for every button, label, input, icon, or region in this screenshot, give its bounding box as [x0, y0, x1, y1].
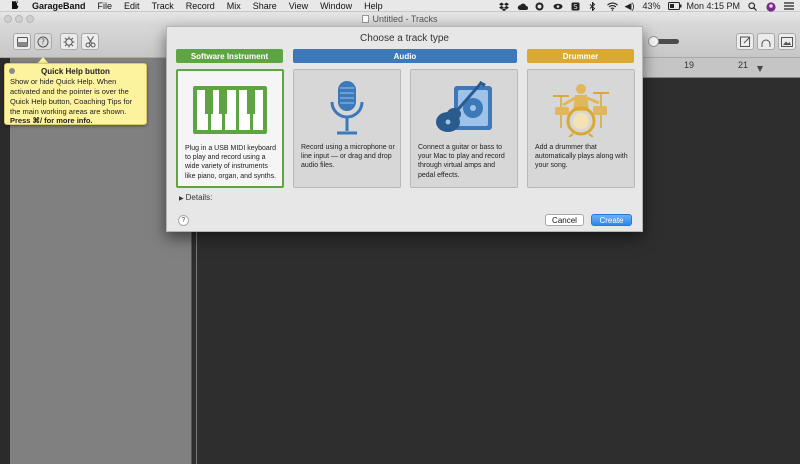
- card-drummer[interactable]: Add a drummer that automatically plays a…: [527, 69, 635, 188]
- tooltip-body: Show or hide Quick Help. When activated …: [10, 77, 133, 116]
- menu-record[interactable]: Record: [186, 1, 215, 11]
- library-button[interactable]: [13, 33, 31, 50]
- menu-view[interactable]: View: [289, 1, 308, 11]
- apple-menu-icon[interactable]: [9, 0, 22, 11]
- menu-window[interactable]: Window: [320, 1, 352, 11]
- timeline-ruler[interactable]: 19 21: [643, 58, 800, 78]
- card-audio-microphone[interactable]: Record using a microphone or line input …: [293, 69, 401, 188]
- choose-track-type-dialog: Choose a track type Software Instrument …: [166, 26, 643, 232]
- tooltip-close-icon[interactable]: [9, 68, 15, 74]
- close-window-button[interactable]: [4, 15, 12, 23]
- user-avatar-icon[interactable]: [766, 1, 776, 12]
- question-icon: ?: [37, 36, 49, 47]
- category-audio: Audio: [293, 49, 517, 63]
- create-button[interactable]: Create: [591, 214, 632, 226]
- menu-track[interactable]: Track: [152, 1, 174, 11]
- tooltip-footer: Press ⌘/ for more info.: [10, 116, 93, 126]
- smart-controls-button[interactable]: [60, 33, 78, 50]
- ruler-mark: 21: [738, 60, 749, 70]
- clock[interactable]: Mon 4:15 PM: [686, 1, 740, 11]
- disclosure-triangle-icon: ▶: [179, 196, 184, 202]
- card-description: Record using a microphone or line input …: [301, 144, 395, 170]
- menu-bar: GarageBand File Edit Track Record Mix Sh…: [0, 0, 800, 12]
- menu-edit[interactable]: Edit: [124, 1, 140, 11]
- loop-browser-button[interactable]: [757, 33, 775, 50]
- tooltip-title: Quick Help button: [41, 67, 110, 76]
- minimize-window-button[interactable]: [15, 15, 23, 23]
- document-icon: [362, 15, 370, 23]
- svg-text:S: S: [573, 3, 578, 11]
- media-icon: [781, 36, 793, 47]
- menu-help[interactable]: Help: [364, 1, 383, 11]
- menu-file[interactable]: File: [98, 1, 113, 11]
- window-title-bar: Untitled - Tracks: [0, 12, 800, 26]
- svg-text:?: ?: [41, 37, 45, 46]
- card-audio-guitar[interactable]: Connect a guitar or bass to your Mac to …: [410, 69, 518, 188]
- card-description: Add a drummer that automatically plays a…: [535, 144, 628, 170]
- drummer-icon: [553, 84, 609, 137]
- card-description: Plug in a USB MIDI keyboard to play and …: [185, 145, 277, 180]
- menu-mix[interactable]: Mix: [227, 1, 241, 11]
- menu-list-icon[interactable]: [784, 1, 794, 11]
- details-disclosure[interactable]: ▶ Details:: [179, 193, 212, 202]
- volume-icon[interactable]: ◀︎): [625, 1, 635, 12]
- notepad-icon: [739, 36, 750, 47]
- sync-icon[interactable]: [535, 2, 545, 11]
- wifi-icon[interactable]: [606, 2, 618, 11]
- volume-slider-knob[interactable]: [648, 36, 659, 47]
- notepad-button[interactable]: [736, 33, 754, 50]
- s-app-icon[interactable]: S: [571, 2, 581, 11]
- category-software-instrument: Software Instrument: [176, 49, 283, 63]
- dialog-title: Choose a track type: [360, 33, 449, 44]
- zoom-window-button[interactable]: [26, 15, 34, 23]
- search-icon[interactable]: [748, 1, 758, 11]
- window-title: Untitled - Tracks: [372, 14, 438, 24]
- scissors-icon: [85, 35, 95, 47]
- bluetooth-icon[interactable]: [589, 0, 599, 12]
- knob-icon: [63, 36, 75, 47]
- microphone-icon: [330, 81, 364, 135]
- dropbox-icon[interactable]: [498, 2, 509, 11]
- cloud-icon[interactable]: [517, 2, 528, 11]
- card-software-instrument[interactable]: Plug in a USB MIDI keyboard to play and …: [176, 69, 284, 188]
- quick-help-button[interactable]: ?: [34, 33, 52, 50]
- guitar-amp-icon: [436, 81, 492, 132]
- quick-help-tooltip: Quick Help button Show or hide Quick Hel…: [4, 63, 147, 125]
- editors-button[interactable]: [81, 33, 99, 50]
- card-description: Connect a guitar or bass to your Mac to …: [418, 144, 505, 179]
- details-label: Details:: [185, 193, 213, 202]
- eye-icon[interactable]: [553, 2, 563, 11]
- cancel-button[interactable]: Cancel: [545, 214, 584, 226]
- loop-icon: [761, 39, 771, 47]
- menu-share[interactable]: Share: [253, 1, 277, 11]
- battery-percent: 43%: [642, 1, 661, 11]
- menu-garageband[interactable]: GarageBand: [32, 1, 86, 11]
- media-browser-button[interactable]: [778, 33, 796, 50]
- ruler-mark: 19: [684, 60, 695, 70]
- library-icon: [16, 36, 28, 47]
- piano-keyboard-icon: [193, 86, 267, 134]
- playhead-marker[interactable]: [757, 66, 763, 72]
- help-button[interactable]: ?: [178, 215, 189, 226]
- category-drummer: Drummer: [527, 49, 634, 63]
- battery-icon[interactable]: [668, 1, 682, 11]
